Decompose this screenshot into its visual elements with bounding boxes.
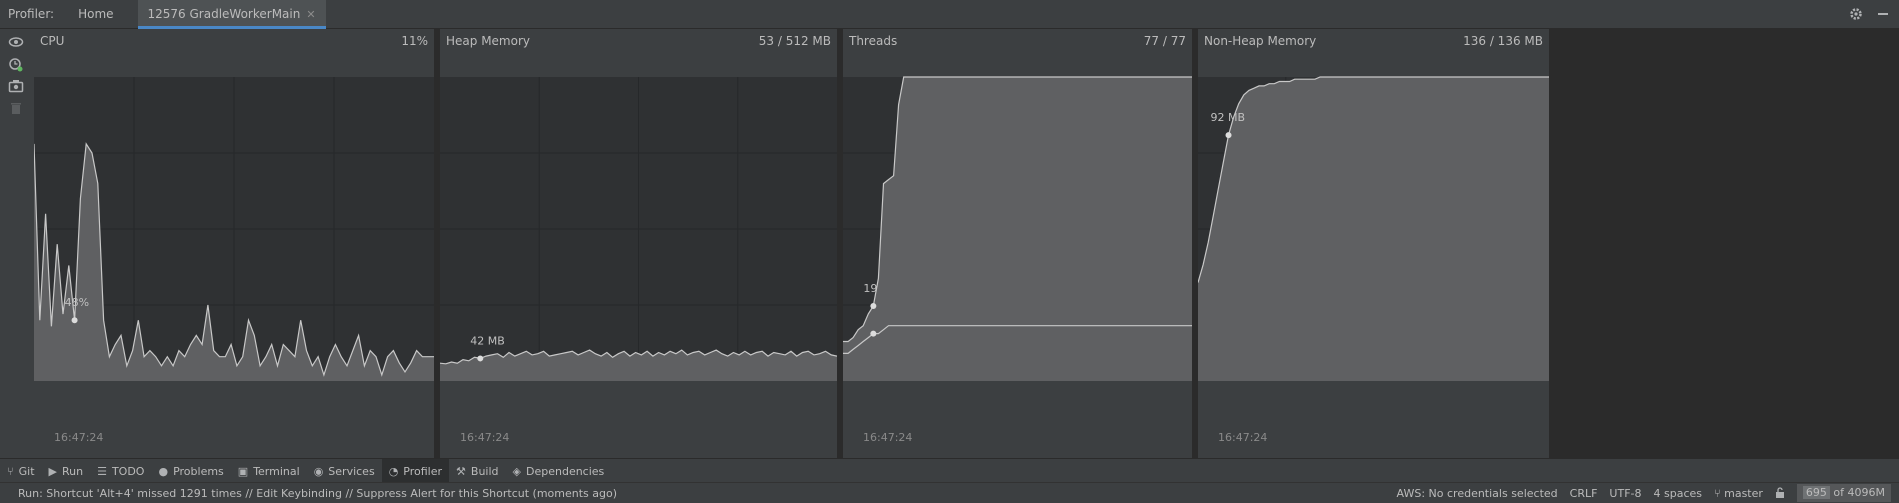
panel-value: 136 / 136 MB xyxy=(1463,34,1543,48)
non-heap-memory-chart: 92 MB xyxy=(1198,76,1549,381)
tab-gradle-worker-main[interactable]: 12576 GradleWorkerMain ✕ xyxy=(137,0,326,29)
services-icon: ◉ xyxy=(313,464,324,478)
memory-used: 695 xyxy=(1802,486,1830,499)
tool-tab-terminal[interactable]: ▣ Terminal xyxy=(231,459,307,483)
indent-widget[interactable]: 4 spaces xyxy=(1654,487,1703,500)
profiler-icon: ◔ xyxy=(388,464,399,478)
tool-tab-problems[interactable]: ● Problems xyxy=(151,459,230,483)
tool-tab-label: Terminal xyxy=(253,464,300,478)
marker-label: 19 xyxy=(863,282,877,295)
eye-icon[interactable] xyxy=(6,35,26,53)
minimize-icon[interactable] xyxy=(1877,8,1889,20)
tool-tab-run[interactable]: ▶ Run xyxy=(42,459,91,483)
panel-value: 53 / 512 MB xyxy=(758,34,831,48)
marker-label: 48% xyxy=(65,296,89,309)
tool-tab-label: Run xyxy=(61,464,84,478)
close-icon[interactable]: ✕ xyxy=(306,8,315,21)
problems-icon: ● xyxy=(158,464,169,478)
time-label: 16:47:24 xyxy=(1218,431,1268,444)
tool-tab-git[interactable]: ⑂ Git xyxy=(0,459,42,483)
gear-icon[interactable] xyxy=(1849,7,1863,21)
series-area xyxy=(1198,77,1549,381)
tab-label: Home xyxy=(78,7,114,21)
time-label: 16:47:24 xyxy=(54,431,104,444)
cpu-chart: 48% xyxy=(34,77,434,381)
git-branch-widget[interactable]: ⑂ master xyxy=(1714,487,1763,500)
data-point-marker xyxy=(1225,132,1232,139)
tool-tab-label: Problems xyxy=(173,464,224,478)
time-label: 16:47:24 xyxy=(460,431,510,444)
camera-icon[interactable] xyxy=(6,79,26,97)
panel-title: Threads xyxy=(849,34,898,48)
tool-tab-dependencies[interactable]: ◈ Dependencies xyxy=(506,459,612,483)
memory-total: of 4096M xyxy=(1833,486,1885,499)
tool-window-bar: ⑂ Git ▶ Run ☰ TODO ● Problems ▣ Terminal ◉ Ser… xyxy=(0,458,1899,483)
tool-tab-label: Dependencies xyxy=(526,464,605,478)
tool-tab-label: TODO xyxy=(111,464,145,478)
data-point-marker xyxy=(477,355,484,362)
lock-icon[interactable] xyxy=(1775,487,1785,499)
terminal-icon: ▣ xyxy=(237,464,249,478)
run-icon: ▶ xyxy=(48,464,57,478)
tool-window-title: Profiler: xyxy=(8,7,55,21)
heap-memory-chart: 42 MB xyxy=(440,77,837,381)
git-branch-icon: ⑂ xyxy=(7,464,14,478)
status-message[interactable]: Run: Shortcut 'Alt+4' missed 1291 times … xyxy=(18,487,617,500)
tool-tab-profiler[interactable]: ◔ Profiler xyxy=(381,459,450,483)
tool-tab-label: Profiler xyxy=(403,464,443,478)
tab-home[interactable]: Home xyxy=(68,0,123,28)
memory-indicator[interactable]: 695 of 4096M xyxy=(1796,484,1891,502)
cpu-panel[interactable]: CPU 11% 48% 16:47:24 xyxy=(34,29,434,458)
data-point-marker xyxy=(870,302,877,309)
tool-tab-services[interactable]: ◉ Services xyxy=(307,459,382,483)
panel-value: 11% xyxy=(401,34,428,48)
threads-panel[interactable]: Threads 77 / 77 19 16:47:24 xyxy=(843,29,1192,458)
marker-label: 92 MB xyxy=(1211,111,1246,124)
threads-chart: 19 xyxy=(843,76,1192,381)
data-point-marker xyxy=(870,330,877,337)
tool-tab-todo[interactable]: ☰ TODO xyxy=(90,459,151,483)
panel-value: 77 / 77 xyxy=(1143,34,1186,48)
tool-tab-label: Build xyxy=(470,464,499,478)
tool-tab-label: Git xyxy=(18,464,35,478)
panel-title: CPU xyxy=(40,34,65,48)
line-separator-widget[interactable]: CRLF xyxy=(1570,487,1598,500)
profiler-content: CPU 11% 48% 16:47:24 Heap Memory 53 / 512 … xyxy=(34,29,1899,458)
todo-list-icon: ☰ xyxy=(97,464,107,478)
panel-title: Heap Memory xyxy=(446,34,530,48)
time-label: 16:47:24 xyxy=(863,431,913,444)
clock-refresh-icon[interactable] xyxy=(6,57,26,75)
editor-tab-bar: Profiler: Home 12576 GradleWorkerMain ✕ xyxy=(0,0,1899,29)
build-hammer-icon: ⚒ xyxy=(456,464,466,478)
dependencies-icon: ◈ xyxy=(512,464,521,478)
marker-label: 42 MB xyxy=(470,334,505,347)
git-branch-icon: ⑂ xyxy=(1714,486,1725,500)
aws-connection-widget[interactable]: AWS: No credentials selected xyxy=(1397,487,1558,500)
status-bar: Run: Shortcut 'Alt+4' missed 1291 times … xyxy=(0,482,1899,503)
tool-tab-build[interactable]: ⚒ Build xyxy=(449,459,506,483)
data-point-marker xyxy=(71,317,78,324)
tab-label: 12576 GradleWorkerMain xyxy=(147,7,301,21)
branch-name: master xyxy=(1724,486,1763,500)
profiler-toolbar xyxy=(0,29,34,458)
non-heap-memory-panel[interactable]: Non-Heap Memory 136 / 136 MB 92 MB 16:47:… xyxy=(1198,29,1549,458)
trash-icon[interactable] xyxy=(6,101,26,119)
encoding-widget[interactable]: UTF-8 xyxy=(1609,487,1641,500)
panel-title: Non-Heap Memory xyxy=(1204,34,1317,48)
heap-memory-panel[interactable]: Heap Memory 53 / 512 MB 42 MB 16:47:24 xyxy=(440,29,837,458)
tool-tab-label: Services xyxy=(328,464,375,478)
